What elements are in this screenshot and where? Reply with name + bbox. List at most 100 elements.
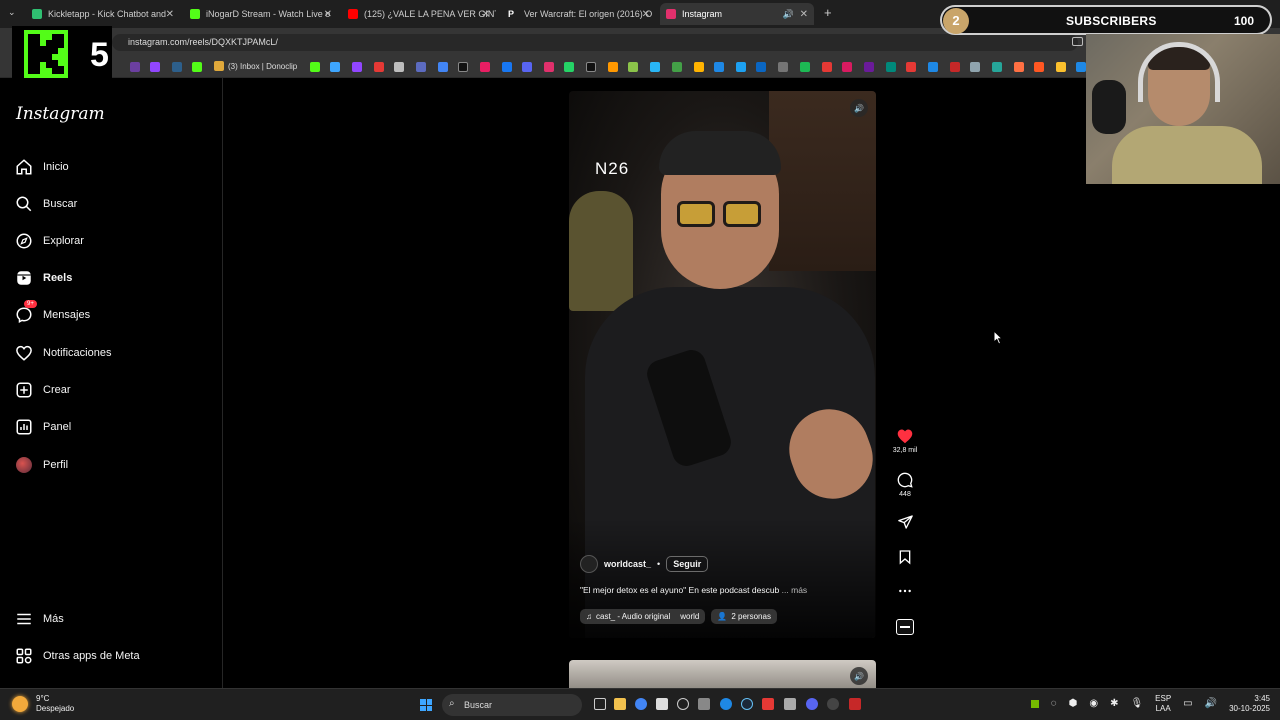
app-icon[interactable] xyxy=(849,698,861,710)
browser-tab-kicklet[interactable]: Kickletapp - Kick Chatbot and ✕ xyxy=(26,3,180,25)
tab-close-icon[interactable]: ✕ xyxy=(166,9,174,20)
sidebar-item-notificaciones[interactable]: Notificaciones xyxy=(14,338,209,368)
bookmark-icon[interactable] xyxy=(864,62,874,72)
instagram-logo[interactable]: Instagram xyxy=(16,104,105,124)
edge-icon[interactable] xyxy=(720,698,732,710)
bookmark-icon[interactable] xyxy=(608,62,618,72)
sidebar-item-explorar[interactable]: Explorar xyxy=(14,226,209,256)
bookmark-icon[interactable] xyxy=(822,62,832,72)
bookmark-icon[interactable] xyxy=(310,62,320,72)
browser-tab-warcraft[interactable]: P Ver Warcraft: El origen (2016) O ✕ xyxy=(502,3,656,25)
clock[interactable]: 3:45 30-10-2025 xyxy=(1229,694,1270,713)
save-button[interactable] xyxy=(890,549,920,568)
bookmark-icon[interactable] xyxy=(502,62,512,72)
share-button[interactable] xyxy=(890,514,920,533)
bookmark-icon[interactable] xyxy=(352,62,362,72)
tray-icon[interactable]: ⬢ xyxy=(1069,698,1078,709)
sidebar-item-otras-apps[interactable]: Otras apps de Meta xyxy=(14,641,209,671)
comment-button[interactable]: 448 xyxy=(890,472,920,498)
settings-icon[interactable] xyxy=(677,698,689,710)
like-button[interactable]: 32,8 mil xyxy=(890,428,920,454)
sidebar-item-buscar[interactable]: Buscar xyxy=(14,189,209,219)
bookmark-icon[interactable] xyxy=(394,62,404,72)
bookmark-icon[interactable] xyxy=(544,62,554,72)
bookmark-icon[interactable] xyxy=(992,62,1002,72)
steam-tray-icon[interactable]: ◉ xyxy=(1089,698,1098,709)
app-icon[interactable] xyxy=(656,698,668,710)
bookmark-icon[interactable] xyxy=(672,62,682,72)
bookmark-icon[interactable] xyxy=(438,62,448,72)
bookmark-icon[interactable] xyxy=(950,62,960,72)
bookmark-icon[interactable] xyxy=(1034,62,1044,72)
app-icon[interactable] xyxy=(762,698,774,710)
bookmark-icon[interactable] xyxy=(650,62,660,72)
sidebar-item-reels[interactable]: Reels xyxy=(14,263,209,293)
bookmark-icon[interactable] xyxy=(886,62,896,72)
bookmark-icon[interactable] xyxy=(564,62,574,72)
file-explorer-icon[interactable] xyxy=(614,698,626,710)
install-app-icon[interactable] xyxy=(1072,37,1083,46)
more-options-button[interactable] xyxy=(890,583,920,602)
app-icon[interactable] xyxy=(784,698,796,710)
language-indicator[interactable]: ESP LAA xyxy=(1155,694,1171,713)
sidebar-item-crear[interactable]: Crear xyxy=(14,375,209,405)
bookmark-icon[interactable] xyxy=(480,62,490,72)
bookmark-icon[interactable] xyxy=(906,62,916,72)
next-reel-preview[interactable]: 🔊 xyxy=(569,660,876,690)
audio-thumbnail-button[interactable] xyxy=(890,619,920,635)
tray-icon[interactable]: ◌ xyxy=(1051,698,1057,709)
url-field[interactable]: instagram.com/reels/DQXKTJPAMcL/ xyxy=(112,34,1078,51)
bookmark-icon[interactable] xyxy=(1014,62,1024,72)
tab-close-icon[interactable]: ✕ xyxy=(800,9,808,20)
sidebar-item-mas[interactable]: Más xyxy=(14,604,209,634)
caption-more-link[interactable]: ... más xyxy=(782,585,808,595)
bookmark-icon[interactable] xyxy=(842,62,852,72)
author-avatar[interactable] xyxy=(580,555,598,573)
tab-menu-chevron-icon[interactable]: ⌄ xyxy=(8,7,16,18)
sidebar-item-mensajes[interactable]: 9+ Mensajes xyxy=(14,300,209,330)
tagged-people-pill[interactable]: 👤 2 personas xyxy=(711,609,777,624)
app-icon[interactable] xyxy=(698,698,710,710)
volume-icon[interactable]: 🔊 xyxy=(1205,698,1217,709)
bookmark-icon[interactable] xyxy=(970,62,980,72)
author-name[interactable]: worldcast_ xyxy=(604,559,651,569)
nvidia-icon[interactable] xyxy=(1030,699,1039,708)
bookmark-icon[interactable] xyxy=(458,62,468,72)
bookmark-icon[interactable] xyxy=(330,62,340,72)
sidebar-item-inicio[interactable]: Inicio xyxy=(14,152,209,182)
steam-icon[interactable] xyxy=(741,698,753,710)
bookmark-icon[interactable] xyxy=(522,62,532,72)
audio-pill[interactable]: ♫ cast_ - Audio original world xyxy=(580,609,706,624)
bookmark-icon[interactable] xyxy=(714,62,724,72)
tab-close-icon[interactable]: ✕ xyxy=(642,9,650,20)
bookmark-icon[interactable] xyxy=(694,62,704,72)
bookmark-icon[interactable] xyxy=(800,62,810,72)
browser-tab-youtube[interactable]: (125) ¿VALE LA PENA VER GINT ✕ xyxy=(342,3,496,25)
bookmark-icon[interactable] xyxy=(374,62,384,72)
sidebar-item-panel[interactable]: Panel xyxy=(14,412,209,442)
taskbar-search[interactable]: ⌕ Buscar xyxy=(442,694,582,716)
follow-button[interactable]: Seguir xyxy=(666,556,709,572)
bookmark-icon[interactable] xyxy=(928,62,938,72)
bookmark-inbox-donoclip[interactable]: (3) Inbox | Donoclip xyxy=(214,61,297,71)
bookmark-icon[interactable] xyxy=(736,62,746,72)
bookmark-icon[interactable] xyxy=(1076,62,1086,72)
speaker-icon[interactable]: 🔊 xyxy=(783,9,794,20)
bookmark-icon[interactable] xyxy=(416,62,426,72)
reel-video[interactable]: N26 🔊 worldcast_ • Seguir "El mejor deto… xyxy=(569,91,876,638)
tab-close-icon[interactable]: ✕ xyxy=(324,9,332,20)
windows-start-icon[interactable] xyxy=(420,699,432,711)
weather-widget[interactable]: 9°C Despejado xyxy=(12,694,74,713)
bookmark-icon[interactable] xyxy=(756,62,766,72)
bookmark-icon[interactable] xyxy=(628,62,638,72)
bookmark-icon[interactable] xyxy=(172,62,182,72)
chrome-icon[interactable] xyxy=(635,698,647,710)
microphone-icon[interactable]: 🎙 xyxy=(1130,698,1143,709)
browser-tab-kick-stream[interactable]: iNogarD Stream - Watch Live o ✕ xyxy=(184,3,338,25)
bluetooth-icon[interactable]: ✱ xyxy=(1110,698,1118,709)
bookmark-icon[interactable] xyxy=(150,62,160,72)
bookmark-icon[interactable] xyxy=(192,62,202,72)
display-icon[interactable]: ▭ xyxy=(1183,698,1192,709)
task-view-icon[interactable] xyxy=(594,698,606,710)
sound-toggle-button[interactable]: 🔊 xyxy=(850,99,868,117)
